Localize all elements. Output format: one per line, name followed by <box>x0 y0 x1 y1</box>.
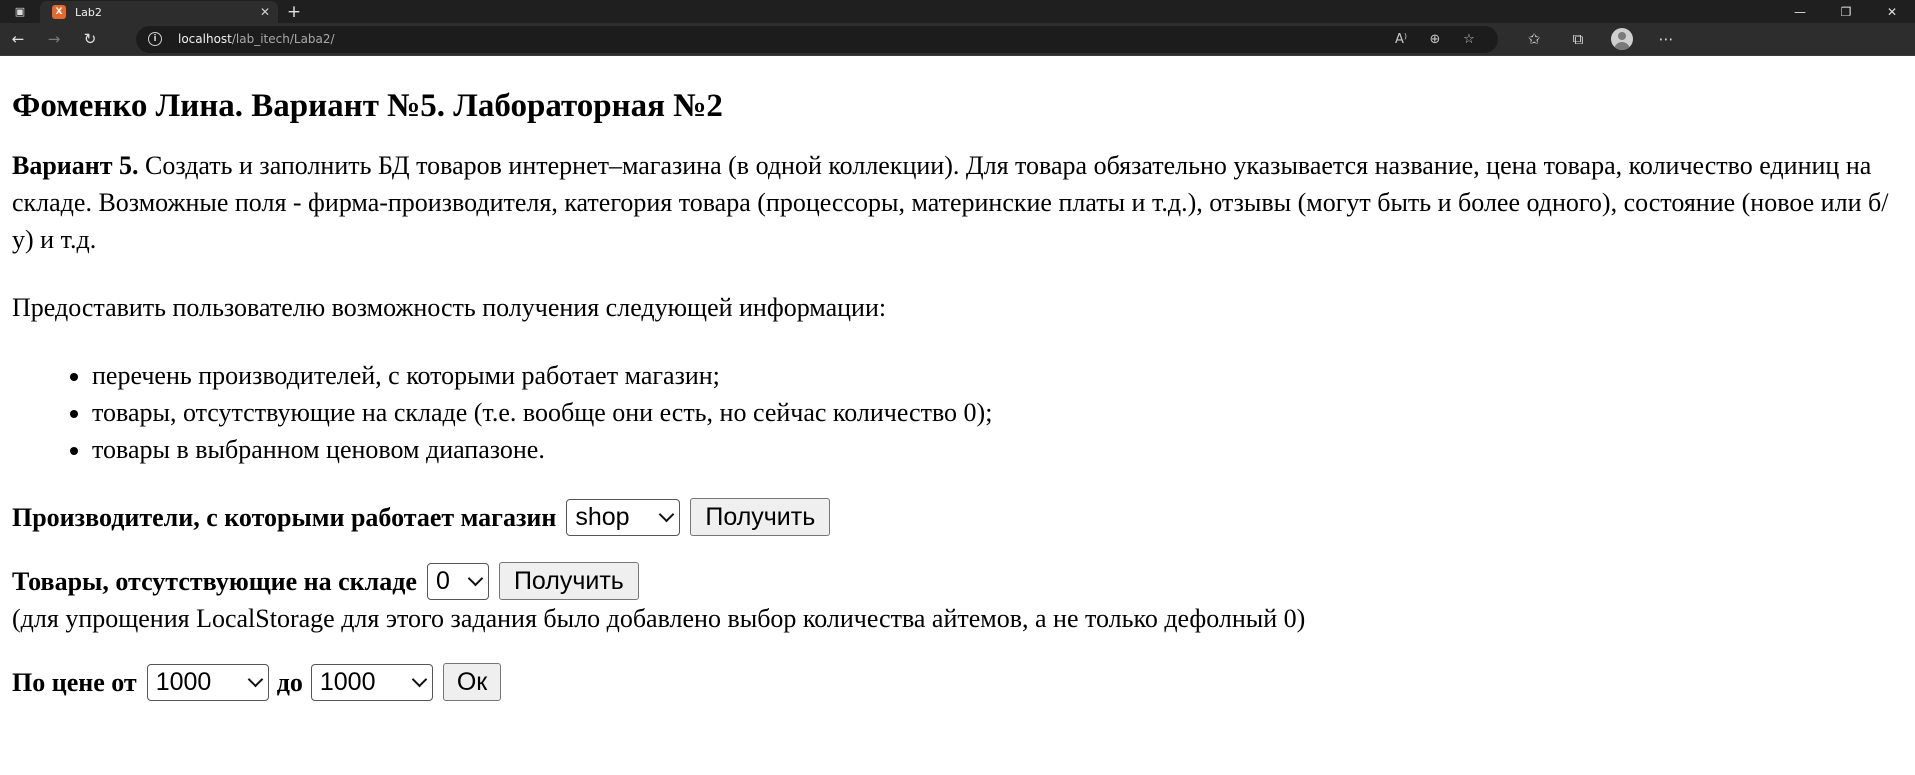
profile-avatar[interactable] <box>1611 28 1633 50</box>
price-to-select[interactable]: 1000 <box>310 663 433 701</box>
price-from-value: 1000 <box>155 667 212 696</box>
quantity-select-value: 0 <box>435 566 450 595</box>
restore-icon[interactable]: ❐ <box>1823 0 1869 23</box>
price-form: По цене от 1000 до 1000 Ок <box>12 663 1903 701</box>
price-from-select[interactable]: 1000 <box>146 663 269 701</box>
site-info-icon[interactable]: i <box>148 32 162 46</box>
list-item: товары в выбранном ценовом диапазоне. <box>92 431 1903 468</box>
variant-description: Вариант 5. Создать и заполнить БД товаро… <box>12 147 1903 258</box>
chevron-down-icon <box>467 570 484 586</box>
browser-tab[interactable]: X Lab2 ✕ <box>40 1 278 23</box>
out-of-stock-form: Товары, отсутствующие на складе 0 Получи… <box>12 562 1903 600</box>
producers-label: Производители, с которыми работает магаз… <box>12 502 557 532</box>
new-tab-icon[interactable]: + <box>278 0 310 23</box>
provide-text: Предоставить пользователю возможность по… <box>12 293 887 322</box>
refresh-icon[interactable]: ↻ <box>72 24 108 54</box>
requirements-list: перечень производителей, с которыми рабо… <box>12 357 1903 468</box>
list-item: товары, отсутствующие на складе (т.е. во… <box>92 394 1903 431</box>
page-title: Фоменко Лина. Вариант №5. Лабораторная №… <box>12 88 723 124</box>
chevron-down-icon <box>247 671 263 687</box>
producers-select-value: shop <box>575 502 630 531</box>
collections-icon[interactable]: ⧉ <box>1556 30 1600 48</box>
producers-get-button[interactable]: Получить <box>690 498 831 536</box>
back-icon[interactable]: ← <box>0 24 36 54</box>
add-favorite-icon[interactable]: ☆ <box>1452 32 1486 47</box>
close-window-icon[interactable]: ✕ <box>1869 0 1915 23</box>
url-text: localhost/lab_itech/Laba2/ <box>178 32 335 46</box>
minimize-icon[interactable]: — <box>1777 0 1823 23</box>
out-of-stock-note: (для упрощения LocalStorage для этого за… <box>12 604 1306 633</box>
browser-titlebar: ▣ X Lab2 ✕ + — ❐ ✕ <box>0 0 1915 23</box>
close-tab-icon[interactable]: ✕ <box>260 5 270 19</box>
tab-actions-icon[interactable]: ▣ <box>0 0 40 23</box>
list-item: перечень производителей, с которыми рабо… <box>92 357 1903 394</box>
tab-title: Lab2 <box>75 5 102 19</box>
variant-label: Вариант 5. <box>12 151 139 180</box>
browser-navbar: ← → ↻ i localhost/lab_itech/Laba2/ A⁾ ⊕ … <box>0 23 1915 56</box>
chevron-down-icon <box>659 506 675 522</box>
chevron-down-icon <box>411 671 428 687</box>
favorites-icon[interactable]: ✩ <box>1512 30 1556 48</box>
price-ok-button[interactable]: Ок <box>442 663 502 701</box>
page-content: Фоменко Лина. Вариант №5. Лабораторная №… <box>0 56 1915 701</box>
producers-select[interactable]: shop <box>566 498 681 536</box>
variant-text: Создать и заполнить БД товаров интернет–… <box>12 151 1889 254</box>
price-from-label: По цене от <box>12 667 137 697</box>
read-aloud-icon[interactable]: A⁾ <box>1384 32 1418 47</box>
out-of-stock-label: Товары, отсутствующие на складе <box>12 566 417 596</box>
quantity-select[interactable]: 0 <box>426 562 489 600</box>
out-of-stock-get-button[interactable]: Получить <box>498 562 639 600</box>
price-to-value: 1000 <box>319 667 376 696</box>
forward-icon[interactable]: → <box>36 24 72 54</box>
producers-form: Производители, с которыми работает магаз… <box>12 498 1903 536</box>
zoom-icon[interactable]: ⊕ <box>1418 32 1452 47</box>
favicon-icon: X <box>52 5 66 19</box>
more-menu-icon[interactable]: ⋯ <box>1644 30 1688 48</box>
address-bar[interactable]: i localhost/lab_itech/Laba2/ A⁾ ⊕ ☆ <box>136 25 1498 53</box>
price-to-label: до <box>276 667 303 697</box>
